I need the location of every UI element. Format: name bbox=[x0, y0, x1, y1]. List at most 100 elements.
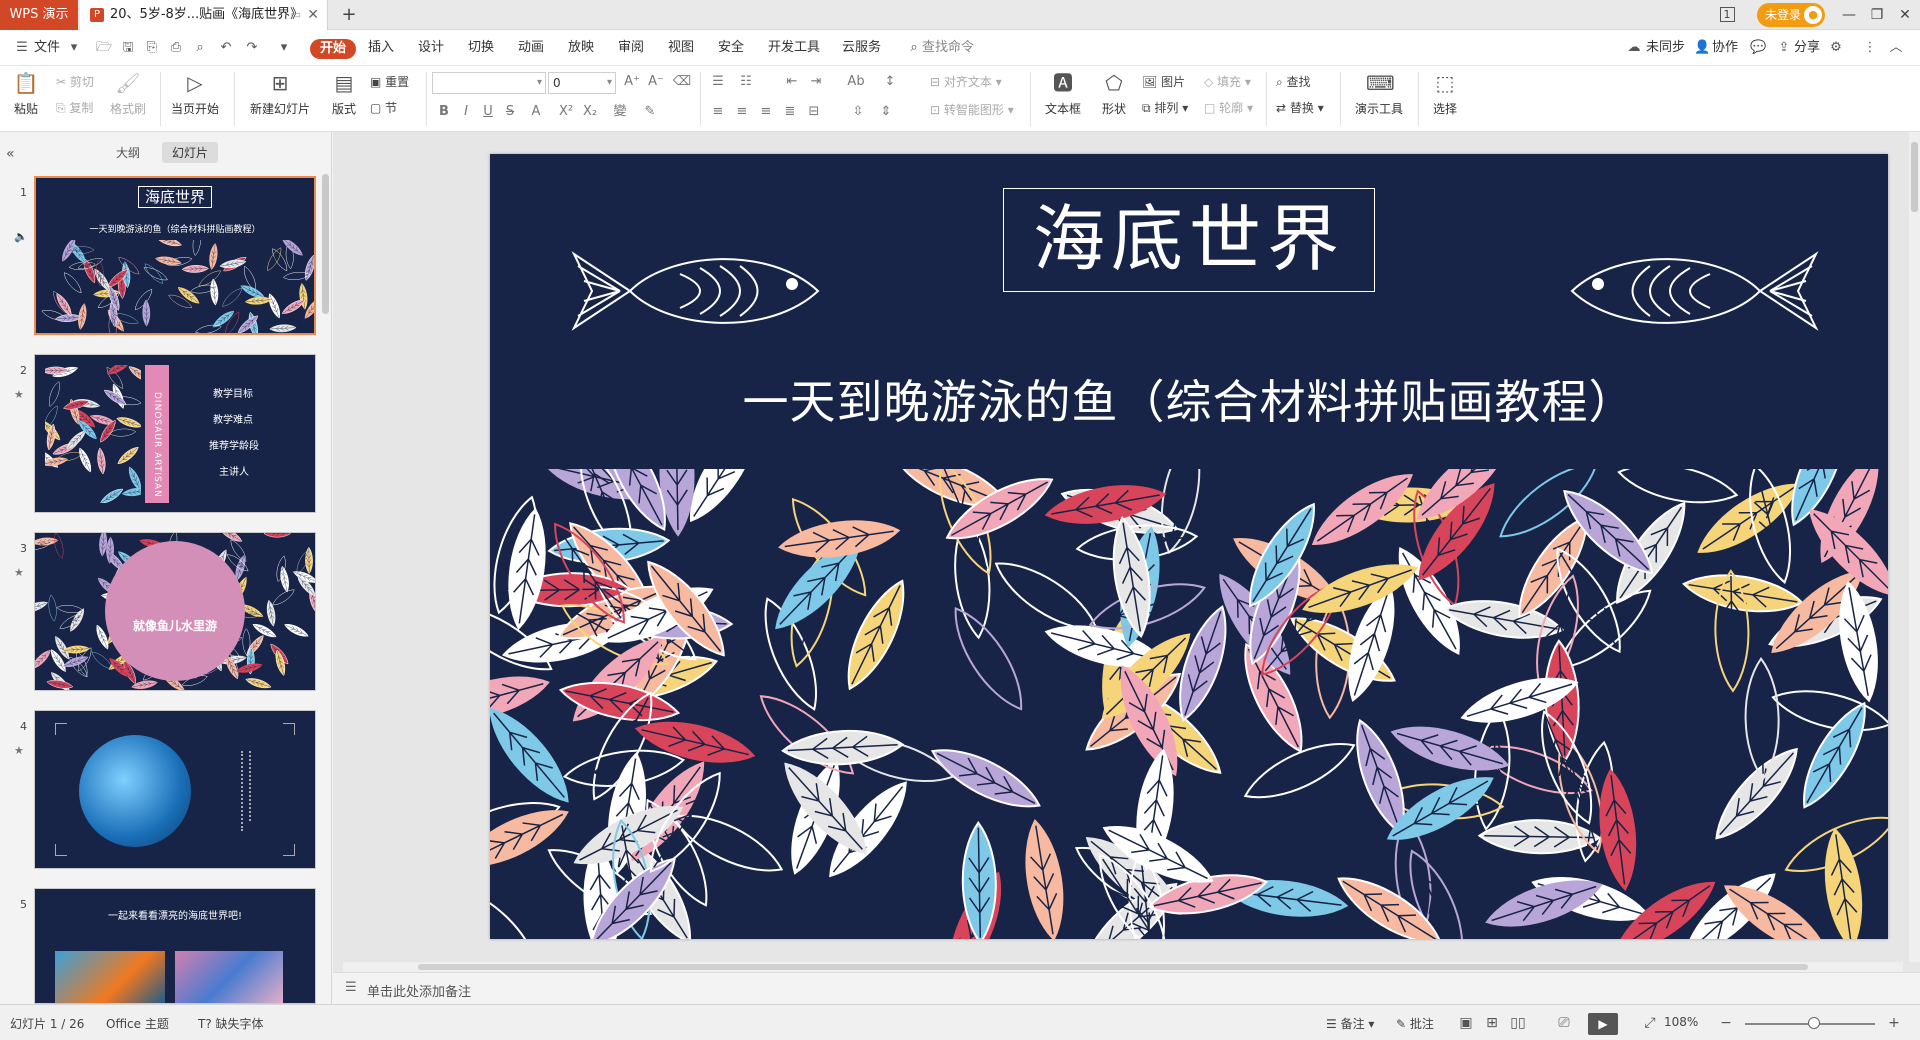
close-window-icon[interactable]: ✕ bbox=[1890, 0, 1920, 30]
search-icon[interactable]: ⌕ bbox=[906, 40, 922, 56]
bullet-list-icon[interactable]: ☰ bbox=[708, 72, 728, 92]
comments-toggle[interactable]: ✎ 批注 bbox=[1396, 1015, 1434, 1032]
sync-status[interactable]: 未同步 bbox=[1646, 30, 1685, 66]
decrease-font-icon[interactable]: A⁻ bbox=[646, 72, 666, 92]
tab-view[interactable]: 视图 bbox=[668, 30, 694, 66]
minimize-icon[interactable]: — bbox=[1834, 0, 1864, 30]
scroll-thumb[interactable] bbox=[1911, 142, 1918, 212]
fit-window-icon[interactable]: ⤢ bbox=[1640, 1013, 1660, 1033]
notes-placeholder[interactable]: 单击此处添加备注 bbox=[367, 981, 471, 1000]
zoom-in-icon[interactable]: + bbox=[1884, 1013, 1904, 1033]
current-slide[interactable]: 海底世界 一天到晚游泳的鱼（综合材料拼贴画教程） bbox=[490, 154, 1888, 939]
restore-icon[interactable]: ❐ bbox=[1862, 0, 1892, 30]
login-button[interactable]: 未登录 ● bbox=[1757, 3, 1825, 27]
share-icon[interactable]: ⇪ bbox=[1776, 40, 1792, 56]
customize-chevron-icon[interactable]: ▾ bbox=[276, 40, 292, 56]
open-folder-icon[interactable]: 🗁 bbox=[96, 40, 112, 56]
print-icon[interactable]: ⎙ bbox=[168, 40, 184, 56]
tab-window-icon[interactable]: ▭ bbox=[291, 0, 301, 30]
strikethrough-icon[interactable]: S bbox=[500, 102, 520, 122]
smart-art-button[interactable]: ⊡ 转智能图形 ▾ bbox=[930, 100, 1014, 120]
collapse-panel-icon[interactable]: « bbox=[6, 146, 15, 162]
more-icon[interactable]: ⋮ bbox=[1862, 40, 1878, 56]
tab-slides[interactable]: 幻灯片 bbox=[162, 142, 219, 163]
play-slideshow-button[interactable]: ▶ bbox=[1588, 1013, 1618, 1035]
export-icon[interactable]: ⎘ bbox=[144, 40, 160, 56]
tab-developer[interactable]: 开发工具 bbox=[768, 30, 820, 66]
new-slide-button[interactable]: ⊞ 新建幻灯片 bbox=[244, 70, 316, 128]
italic-icon[interactable]: I bbox=[456, 102, 476, 122]
slide-thumbnail-1[interactable]: 海底世界 一天到晚游泳的鱼（综合材料拼贴画教程） bbox=[34, 176, 316, 335]
text-direction-icon[interactable]: Ab bbox=[846, 72, 866, 92]
outline-button[interactable]: □ 轮廓 ▾ bbox=[1204, 98, 1253, 118]
collapse-ribbon-icon[interactable]: ︿ bbox=[1888, 40, 1904, 56]
print-preview-icon[interactable]: ⌕ bbox=[192, 40, 208, 56]
arrange-button[interactable]: ⧉ 排列 ▾ bbox=[1142, 98, 1188, 118]
tab-insert[interactable]: 插入 bbox=[368, 30, 394, 66]
tab-transition[interactable]: 切换 bbox=[468, 30, 494, 66]
font-size-combo[interactable]: 0 bbox=[548, 72, 616, 94]
format-painter-button[interactable]: 🖌 格式刷 bbox=[108, 70, 148, 128]
window-count-icon[interactable]: 1 bbox=[1712, 0, 1742, 30]
presenter-tools-button[interactable]: ⌨ 演示工具 bbox=[1346, 70, 1412, 128]
increase-indent-icon[interactable]: ⇥ bbox=[806, 72, 826, 92]
slide-thumbnail-4[interactable] bbox=[34, 710, 316, 869]
numbered-list-icon[interactable]: ☷ bbox=[736, 72, 756, 92]
zoom-level[interactable]: 108% bbox=[1664, 1015, 1698, 1029]
notes-pane[interactable]: ☰ 单击此处添加备注 bbox=[333, 972, 1920, 1004]
chevron-down-icon[interactable]: ▾ bbox=[66, 40, 82, 56]
collaborate-icon[interactable]: 👤 bbox=[1694, 40, 1710, 56]
line-spacing-icon[interactable]: ↕ bbox=[880, 72, 900, 92]
paragraph-spacing-icon[interactable]: ⇕ bbox=[876, 102, 896, 122]
app-tab[interactable]: WPS 演示 bbox=[0, 0, 78, 30]
new-tab-button[interactable]: + bbox=[338, 0, 360, 30]
tab-home[interactable]: 开始 bbox=[310, 39, 357, 59]
decrease-indent-icon[interactable]: ⇤ bbox=[782, 72, 802, 92]
increase-font-icon[interactable]: A⁺ bbox=[622, 72, 642, 92]
reading-view-icon[interactable]: ▯▯ bbox=[1508, 1013, 1528, 1033]
align-left-icon[interactable]: ≡ bbox=[708, 102, 728, 122]
scroll-thumb[interactable] bbox=[418, 964, 1808, 970]
presenter-view-icon[interactable]: ⎚ bbox=[1554, 1013, 1574, 1033]
clear-format-icon[interactable]: ⌫ bbox=[672, 72, 692, 92]
slide-title-box[interactable]: 海底世界 bbox=[1003, 188, 1375, 292]
undo-icon[interactable]: ↶ bbox=[218, 40, 234, 56]
column-spacing-icon[interactable]: ⇳ bbox=[848, 102, 868, 122]
missing-font-button[interactable]: T? 缺失字体 bbox=[198, 1015, 264, 1032]
distribute-icon[interactable]: ⊟ bbox=[804, 102, 824, 122]
save-icon[interactable]: 🖫 bbox=[120, 40, 136, 56]
phonetic-icon[interactable]: 變 bbox=[610, 102, 630, 122]
cloud-sync-icon[interactable]: ☁ bbox=[1626, 40, 1642, 56]
textbox-button[interactable]: 🅰 文本框 bbox=[1040, 70, 1086, 128]
tab-slideshow[interactable]: 放映 bbox=[568, 30, 594, 66]
redo-icon[interactable]: ↷ bbox=[244, 40, 260, 56]
fill-button[interactable]: ◇ 填充 ▾ bbox=[1204, 72, 1251, 92]
font-name-combo[interactable] bbox=[432, 72, 546, 94]
zoom-slider-knob[interactable] bbox=[1808, 1017, 1820, 1029]
collaborate-button[interactable]: 协作 bbox=[1712, 30, 1738, 66]
replace-button[interactable]: ⇄ 替换 ▾ bbox=[1276, 98, 1324, 118]
hamburger-icon[interactable]: ☰ bbox=[14, 40, 30, 56]
cut-button[interactable]: ✂ 剪切 bbox=[56, 72, 94, 92]
horizontal-scrollbar[interactable] bbox=[343, 962, 1903, 972]
superscript-icon[interactable]: X² bbox=[556, 102, 576, 122]
settings-icon[interactable]: ⚙ bbox=[1828, 40, 1844, 56]
tab-design[interactable]: 设计 bbox=[418, 30, 444, 66]
tab-security[interactable]: 安全 bbox=[718, 30, 744, 66]
layout-button[interactable]: ▤ 版式 bbox=[326, 70, 362, 128]
share-button[interactable]: 分享 bbox=[1794, 30, 1820, 66]
highlight-icon[interactable]: ✎ bbox=[640, 102, 660, 122]
align-center-icon[interactable]: ≡ bbox=[732, 102, 752, 122]
copy-button[interactable]: ⎘ 复制 bbox=[56, 98, 93, 118]
tab-review[interactable]: 审阅 bbox=[618, 30, 644, 66]
paste-button[interactable]: 📋 粘贴 bbox=[8, 70, 44, 128]
file-menu[interactable]: 文件 bbox=[34, 30, 60, 66]
normal-view-icon[interactable]: ▣ bbox=[1456, 1013, 1476, 1033]
slide-thumbnail-5[interactable]: 一起来看看漂亮的海底世界吧! bbox=[34, 888, 316, 1004]
font-color-icon[interactable]: A bbox=[526, 102, 546, 122]
close-tab-icon[interactable]: ✕ bbox=[307, 0, 319, 30]
section-button[interactable]: ▢ 节 bbox=[370, 98, 397, 118]
align-text-button[interactable]: ⊟ 对齐文本 ▾ bbox=[930, 72, 1002, 92]
subscript-icon[interactable]: X₂ bbox=[580, 102, 600, 122]
document-tab[interactable]: P 20、5岁-8岁...贴画《海底世界》 ▭ ✕ bbox=[80, 0, 328, 30]
